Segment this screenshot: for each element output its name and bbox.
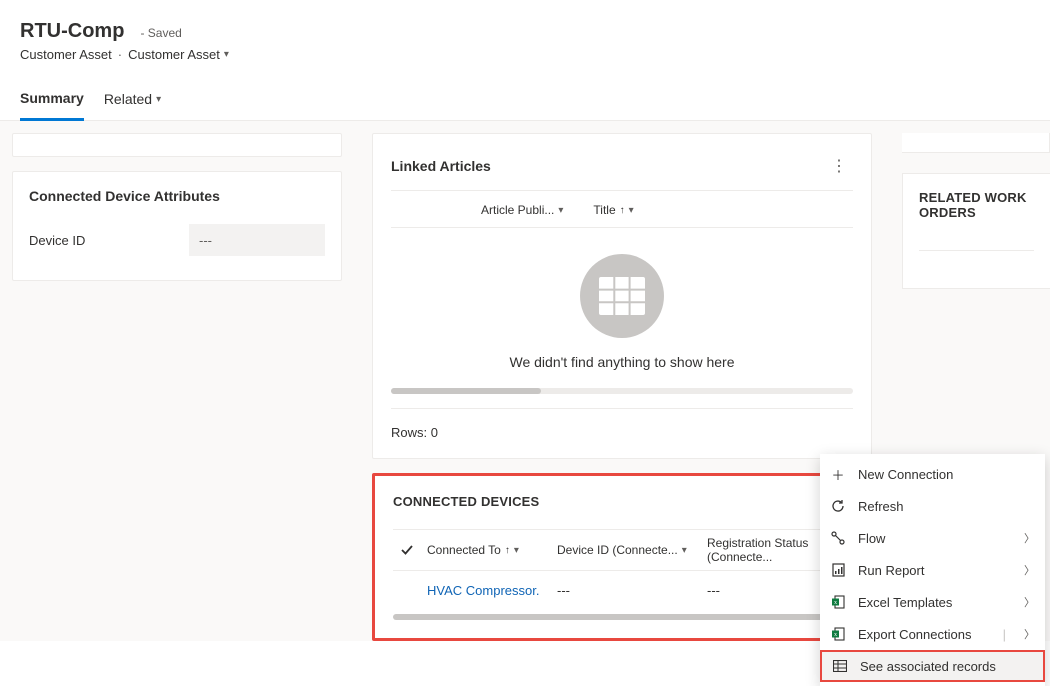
svg-text:x: x bbox=[834, 632, 837, 638]
col-connected-to[interactable]: Connected To ↑ ▾ bbox=[421, 536, 551, 564]
horizontal-scrollbar[interactable] bbox=[391, 388, 853, 394]
grid-empty-icon bbox=[580, 254, 664, 338]
select-all-checkbox[interactable] bbox=[393, 536, 421, 564]
menu-excel-templates[interactable]: x Excel Templates 〉 bbox=[820, 586, 1045, 618]
scrollbar-thumb[interactable] bbox=[391, 388, 541, 394]
linked-articles-more-button[interactable]: ⋮ bbox=[825, 152, 853, 180]
check-icon bbox=[401, 544, 413, 556]
previous-section-stub bbox=[902, 133, 1050, 153]
col-title[interactable]: Title ↑ ▾ bbox=[593, 203, 633, 217]
flow-icon bbox=[830, 531, 846, 545]
linked-articles-columns: Article Publi...▾ Title ↑ ▾ bbox=[391, 190, 853, 228]
menu-see-associated-records[interactable]: See associated records bbox=[820, 650, 1045, 682]
rows-count: Rows: 0 bbox=[391, 425, 853, 440]
empty-state: We didn't find anything to show here bbox=[391, 228, 853, 380]
chevron-down-icon: ▾ bbox=[558, 205, 563, 216]
menu-refresh[interactable]: Refresh bbox=[820, 490, 1045, 522]
col-device-id[interactable]: Device ID (Connecte... ▾ bbox=[551, 536, 701, 564]
context-menu: ＋ New Connection Refresh Flow 〉 Run Repo… bbox=[820, 454, 1045, 686]
refresh-icon bbox=[830, 499, 846, 513]
horizontal-scrollbar[interactable] bbox=[393, 614, 851, 620]
empty-state-text: We didn't find anything to show here bbox=[391, 354, 853, 370]
device-id-cell: --- bbox=[551, 583, 701, 598]
svg-text:x: x bbox=[834, 600, 837, 606]
related-work-orders-section: RELATED WORK ORDERS bbox=[902, 173, 1050, 289]
menu-run-report[interactable]: Run Report 〉 bbox=[820, 554, 1045, 586]
chevron-right-icon: 〉 bbox=[1024, 626, 1035, 642]
form-selector[interactable]: Customer Asset ▾ bbox=[128, 47, 229, 62]
tab-bar: Summary Related ▾ bbox=[20, 84, 1030, 120]
chevron-right-icon: 〉 bbox=[1024, 594, 1035, 610]
sort-asc-icon: ↑ bbox=[620, 205, 625, 216]
tab-related[interactable]: Related ▾ bbox=[104, 84, 161, 120]
form-selector-label: Customer Asset bbox=[128, 47, 220, 62]
menu-export-connections[interactable]: x Export Connections | 〉 bbox=[820, 618, 1045, 650]
col-article-public-number[interactable]: Article Publi...▾ bbox=[481, 203, 563, 217]
plus-icon: ＋ bbox=[830, 465, 846, 484]
related-work-orders-title: RELATED WORK ORDERS bbox=[919, 190, 1034, 220]
menu-label: Run Report bbox=[858, 563, 924, 578]
tab-summary[interactable]: Summary bbox=[20, 84, 84, 121]
chevron-right-icon: 〉 bbox=[1024, 530, 1035, 546]
connected-devices-section: ⋮ CONNECTED DEVICES Connected To ↑ ▾ Dev… bbox=[372, 473, 872, 641]
connected-devices-title: CONNECTED DEVICES bbox=[393, 494, 851, 509]
section-title: Connected Device Attributes bbox=[13, 172, 341, 216]
divider bbox=[391, 408, 853, 409]
connected-devices-columns: Connected To ↑ ▾ Device ID (Connecte... … bbox=[393, 529, 851, 571]
excel-icon: x bbox=[830, 595, 846, 609]
table-row[interactable]: HVAC Compressor. --- --- bbox=[393, 571, 851, 610]
linked-articles-title: Linked Articles bbox=[391, 158, 491, 174]
chevron-right-icon: 〉 bbox=[1024, 562, 1035, 578]
connected-to-link[interactable]: HVAC Compressor. bbox=[427, 583, 539, 598]
page-header: RTU-Comp - Saved Customer Asset · Custom… bbox=[0, 0, 1050, 121]
tab-related-label: Related bbox=[104, 91, 152, 107]
menu-label: Excel Templates bbox=[858, 595, 952, 610]
device-id-input[interactable]: --- bbox=[189, 224, 325, 256]
save-state: - Saved bbox=[140, 26, 181, 40]
excel-export-icon: x bbox=[830, 627, 846, 641]
menu-flow[interactable]: Flow 〉 bbox=[820, 522, 1045, 554]
chevron-down-icon: ▾ bbox=[156, 94, 161, 105]
sort-asc-icon: ↑ bbox=[505, 545, 510, 556]
record-title: RTU-Comp bbox=[20, 20, 124, 43]
entity-name: Customer Asset bbox=[20, 47, 112, 62]
menu-label: Refresh bbox=[858, 499, 904, 514]
linked-articles-section: Linked Articles ⋮ Article Publi...▾ Titl… bbox=[372, 133, 872, 459]
chevron-down-icon: ▾ bbox=[514, 545, 519, 556]
menu-new-connection[interactable]: ＋ New Connection bbox=[820, 458, 1045, 490]
separator-dot: · bbox=[118, 47, 122, 62]
chevron-down-icon: ▾ bbox=[629, 205, 634, 216]
associated-records-icon bbox=[832, 660, 848, 672]
divider bbox=[919, 250, 1034, 251]
menu-label: New Connection bbox=[858, 467, 953, 482]
menu-label: See associated records bbox=[860, 659, 996, 674]
connected-device-attributes-section: Connected Device Attributes Device ID --… bbox=[12, 171, 342, 281]
chevron-down-icon: ▾ bbox=[682, 545, 687, 556]
menu-label: Export Connections bbox=[858, 627, 971, 642]
device-id-label: Device ID bbox=[29, 233, 189, 248]
report-icon bbox=[830, 563, 846, 577]
chevron-down-icon: ▾ bbox=[224, 49, 229, 60]
menu-label: Flow bbox=[858, 531, 885, 546]
previous-section-stub bbox=[12, 133, 342, 157]
